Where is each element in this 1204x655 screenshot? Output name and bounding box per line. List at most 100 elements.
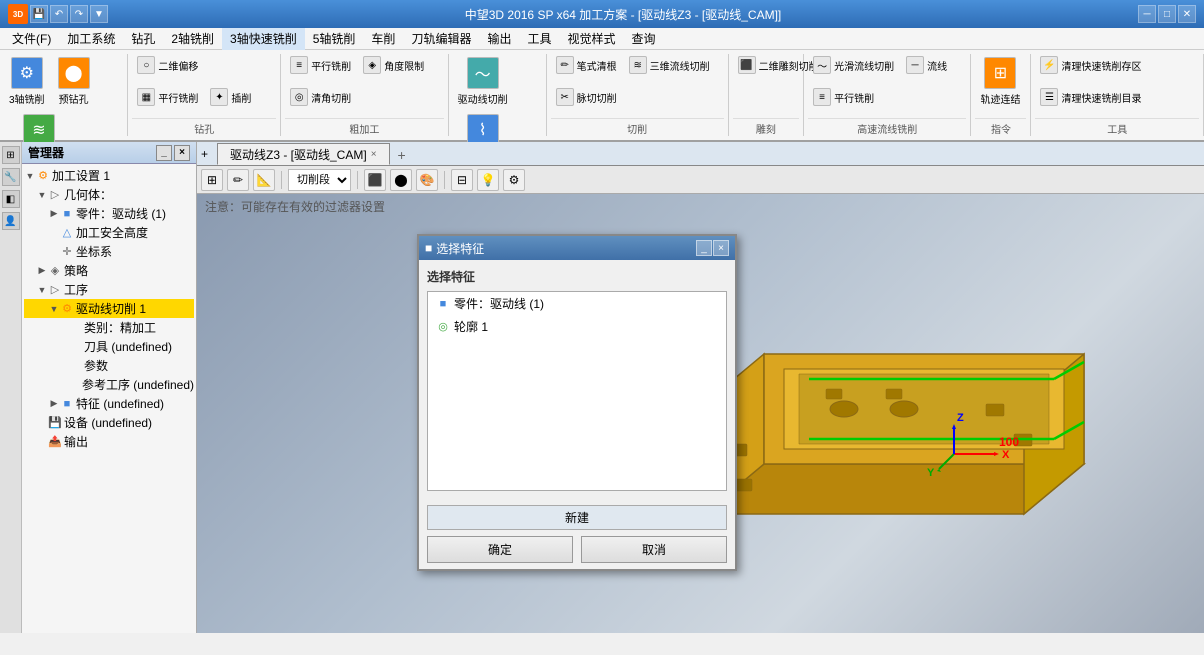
menu-3axis-quick[interactable]: 3轴快速铣削 bbox=[222, 28, 305, 50]
menu-tool-path-editor[interactable]: 刀轨编辑器 bbox=[403, 28, 479, 50]
panel-close-btn[interactable]: × bbox=[174, 145, 190, 161]
viewport-tab-close[interactable]: × bbox=[371, 149, 377, 160]
tree-item-machining-setup[interactable]: ▼ ⚙ 加工设置 1 bbox=[24, 166, 194, 185]
viewport-canvas[interactable]: 注意：可能存在有效的过滤器设置 bbox=[197, 194, 1204, 633]
dialog-close-buttons[interactable]: _ × bbox=[696, 240, 729, 256]
sidebar-icon-3[interactable]: ◧ bbox=[2, 190, 20, 208]
dialog-confirm-button[interactable]: 确定 bbox=[427, 536, 573, 563]
expander-drive-cut[interactable]: ▼ bbox=[48, 303, 60, 315]
vp-btn-measure[interactable]: 📐 bbox=[253, 169, 275, 191]
maximize-button[interactable]: □ bbox=[1158, 5, 1176, 23]
vp-btn-light[interactable]: 💡 bbox=[477, 169, 499, 191]
vp-select-mode[interactable]: 切削段 bbox=[288, 169, 351, 191]
expander-geometry[interactable]: ▼ bbox=[36, 189, 48, 201]
undo-icon[interactable]: ↶ bbox=[50, 5, 68, 23]
2d-engrave-icon: ⬛ bbox=[738, 56, 756, 74]
close-button[interactable]: ✕ bbox=[1178, 5, 1196, 23]
dialog-list-item-contour[interactable]: ◎ 轮廓 1 bbox=[428, 315, 726, 338]
viewport-tab-new[interactable]: + bbox=[390, 145, 414, 165]
ribbon-btn-streamline[interactable]: ─ 流线 bbox=[901, 54, 952, 76]
expander-coord[interactable] bbox=[48, 246, 60, 258]
menu-file[interactable]: 文件(F) bbox=[4, 28, 59, 50]
svg-text:X: X bbox=[1002, 449, 1010, 461]
ribbon-btn-clear-dir[interactable]: ☰ 清理快速铣削目录 bbox=[1035, 86, 1146, 108]
tree-item-device[interactable]: 💾 设备 (undefined) bbox=[24, 413, 194, 432]
dialog-close-btn[interactable]: × bbox=[713, 240, 729, 256]
tree-item-feature[interactable]: ▶ ■ 特征 (undefined) bbox=[24, 394, 194, 413]
select-feature-dialog[interactable]: ■ 选择特征 _ × 选择特征 ■ 零件：驱动线 (1) bbox=[417, 234, 737, 571]
redo-icon[interactable]: ↷ bbox=[70, 5, 88, 23]
minimize-button[interactable]: ─ bbox=[1138, 5, 1156, 23]
save-icon[interactable]: 💾 bbox=[30, 5, 48, 23]
ribbon-btn-parallel-mill2[interactable]: ≡ 平行铣削 bbox=[285, 54, 356, 76]
expander-part[interactable]: ▶ bbox=[48, 208, 60, 220]
sidebar-icon-2[interactable]: 🔧 bbox=[2, 168, 20, 186]
vp-btn-grid[interactable]: ⊟ bbox=[451, 169, 473, 191]
tree-item-tool[interactable]: 刀具 (undefined) bbox=[24, 337, 194, 356]
tree-item-part[interactable]: ▶ ■ 零件：驱动线 (1) bbox=[24, 204, 194, 223]
menu-tools[interactable]: 工具 bbox=[519, 28, 559, 50]
menu-5axis[interactable]: 5轴铣削 bbox=[305, 28, 364, 50]
vp-btn-cube[interactable]: ⬛ bbox=[364, 169, 386, 191]
expander-strategy[interactable]: ▶ bbox=[36, 265, 48, 277]
tab-add-left[interactable]: + bbox=[197, 143, 217, 165]
sidebar-icon-1[interactable]: ⊞ bbox=[2, 146, 20, 164]
expander-machining-setup[interactable]: ▼ bbox=[24, 170, 36, 182]
strategy-icon: ◈ bbox=[48, 264, 62, 278]
ribbon-btn-smooth-flow2[interactable]: 〜 光滑流线切削 bbox=[808, 54, 899, 76]
ribbon-btn-drive-line[interactable]: 〜 驱动线切削 bbox=[453, 54, 513, 109]
tree-item-output[interactable]: 📤 输出 bbox=[24, 432, 194, 451]
ribbon-btn-2d-offset[interactable]: ○ 二维偏移 bbox=[132, 54, 203, 76]
options-icon[interactable]: ▼ bbox=[90, 5, 108, 23]
part-label: 零件：驱动线 (1) bbox=[76, 205, 166, 222]
vp-btn-sphere[interactable]: ⬤ bbox=[390, 169, 412, 191]
tree-item-safety-height[interactable]: △ 加工安全高度 bbox=[24, 223, 194, 242]
menu-output[interactable]: 输出 bbox=[479, 28, 519, 50]
tree-item-drive-cut[interactable]: ▼ ⚙ 驱动线切削 1 bbox=[24, 299, 194, 318]
ribbon-group-rough: ≡ 平行铣削 ◈ 角度限制 ◎ 清角切削 粗加工 bbox=[281, 54, 448, 136]
tree-item-params[interactable]: 参数 bbox=[24, 356, 194, 375]
dialog-list-item-part[interactable]: ■ 零件：驱动线 (1) bbox=[428, 292, 726, 315]
clear-cache-icon: ⚡ bbox=[1040, 56, 1058, 74]
window-controls[interactable]: ─ □ ✕ bbox=[1138, 5, 1196, 23]
tree-item-coordinate[interactable]: ✛ 坐标系 bbox=[24, 242, 194, 261]
menu-turning[interactable]: 车削 bbox=[363, 28, 403, 50]
ribbon-btn-angle-limit[interactable]: ◈ 角度限制 bbox=[358, 54, 429, 76]
ribbon-btn-clear-cache[interactable]: ⚡ 清理快速铣削存区 bbox=[1035, 54, 1146, 76]
pen-clean-label: 笔式清根 bbox=[577, 58, 617, 73]
ribbon-btn-3d-flow[interactable]: ≋ 三维流线切削 bbox=[624, 54, 715, 76]
ribbon-btn-pen-clean[interactable]: ✏ 笔式清根 bbox=[551, 54, 622, 76]
menu-drilling[interactable]: 钻孔 bbox=[123, 28, 163, 50]
ribbon-btn-pre-drill[interactable]: ⬤ 预钻孔 bbox=[52, 54, 96, 109]
dialog-cancel-button[interactable]: 取消 bbox=[581, 536, 727, 563]
dialog-new-button[interactable]: 新建 bbox=[427, 505, 727, 530]
menu-2axis-milling[interactable]: 2轴铣削 bbox=[163, 28, 222, 50]
vp-btn-settings[interactable]: ⚙ bbox=[503, 169, 525, 191]
tree-item-operations[interactable]: ▼ ▷ 工序 bbox=[24, 280, 194, 299]
tree-item-geometry[interactable]: ▼ ▷ 几何体： bbox=[24, 185, 194, 204]
menu-machining-system[interactable]: 加工系统 bbox=[59, 28, 123, 50]
viewport-tab-main[interactable]: 驱动线Z3 - [驱动线_CAM] × bbox=[217, 143, 390, 165]
panel-minimize-btn[interactable]: _ bbox=[156, 145, 172, 161]
sidebar-icon-4[interactable]: 👤 bbox=[2, 212, 20, 230]
vp-btn-copy[interactable]: ⊞ bbox=[201, 169, 223, 191]
dialog-minimize-btn[interactable]: _ bbox=[696, 240, 712, 256]
ribbon-btn-pulse-cut[interactable]: ✂ 脉切切削 bbox=[551, 86, 622, 108]
tree-item-strategy[interactable]: ▶ ◈ 策略 bbox=[24, 261, 194, 280]
vp-btn-edit[interactable]: ✏ bbox=[227, 169, 249, 191]
ribbon-btn-insert-cut[interactable]: ✦ 插削 bbox=[205, 86, 256, 108]
menu-view-style[interactable]: 视觉样式 bbox=[559, 28, 623, 50]
vp-btn-render[interactable]: 🎨 bbox=[416, 169, 438, 191]
ribbon-btn-parallel-mill[interactable]: ▦ 平行铣削 bbox=[132, 86, 203, 108]
tree-item-ref-op[interactable]: 参考工序 (undefined) bbox=[24, 375, 194, 394]
expander-operations[interactable]: ▼ bbox=[36, 284, 48, 296]
expander-safety[interactable] bbox=[48, 227, 60, 239]
ribbon-btn-parallel-mill3[interactable]: ≡ 平行铣削 bbox=[808, 86, 879, 108]
title-bar-quick-access[interactable]: 💾 ↶ ↷ ▼ bbox=[30, 5, 108, 23]
expander-feature[interactable]: ▶ bbox=[48, 398, 60, 410]
ribbon-btn-track-connect[interactable]: ⊞ 轨迹连结 bbox=[975, 54, 1025, 109]
ribbon-btn-corner-clean[interactable]: ◎ 清角切削 bbox=[285, 86, 356, 108]
ribbon-btn-3axis-milling[interactable]: ⚙ 3轴铣削 bbox=[4, 54, 50, 109]
panel-header-buttons[interactable]: _ × bbox=[156, 145, 190, 161]
menu-query[interactable]: 查询 bbox=[624, 28, 664, 50]
